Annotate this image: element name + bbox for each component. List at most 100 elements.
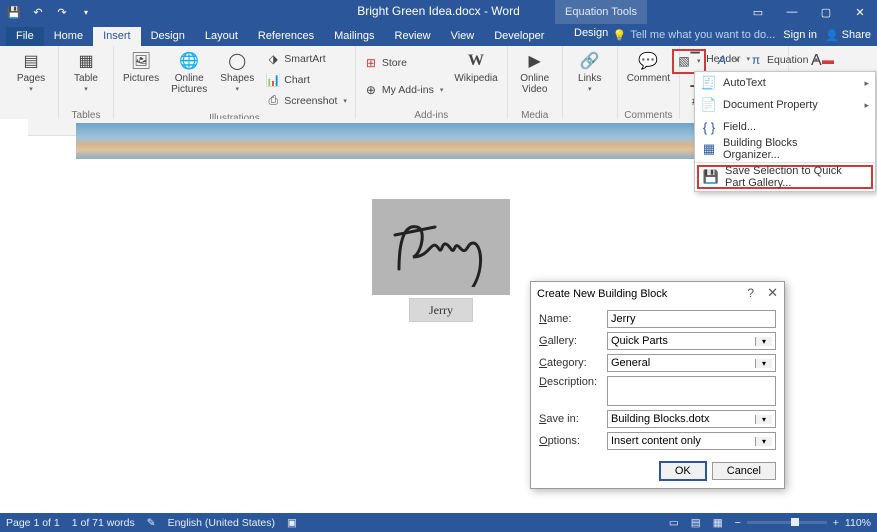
quick-parts-dropdown: 🧾 AutoText ▸ 📄 Document Property ▸ { } F… [694,71,876,192]
status-words[interactable]: 1 of 71 words [72,517,135,529]
name-field[interactable] [607,310,776,328]
table-button[interactable]: ▦ Table ▾ [64,48,108,108]
chevron-right-icon: ▸ [864,78,869,89]
status-page[interactable]: Page 1 of 1 [6,517,60,529]
view-web-icon[interactable]: ▦ [713,517,723,529]
tab-insert[interactable]: Insert [93,27,141,46]
menu-document-property[interactable]: 📄 Document Property ▸ [695,94,875,116]
group-illustrations: 🖼 Pictures 🌐 OnlinePictures ◯ Shapes ▾ ⬗… [114,46,356,119]
chart-icon: 📊 [266,73,280,87]
tab-design[interactable]: Design [141,27,195,46]
online-video-button[interactable]: ▶ OnlineVideo [513,48,557,108]
link-icon: 🔗 [580,51,600,71]
smartart-icon: ⬗ [266,52,280,66]
title-bar: 💾 ↶ ↷ ▾ Bright Green Idea.docx - Word Eq… [0,0,877,24]
ribbon-more-icon[interactable]: ▬ [818,49,838,70]
zoom-percent[interactable]: 110% [845,517,871,529]
dialog-close-icon[interactable]: ✕ [767,285,778,301]
zoom-in-icon[interactable]: + [833,517,839,529]
shapes-button[interactable]: ◯ Shapes ▾ [215,48,259,108]
chevron-down-icon: ▾ [755,437,772,446]
zoom-control[interactable]: − + 110% [735,517,871,529]
description-field[interactable] [607,376,776,406]
options-combo[interactable]: Insert content only▾ [607,432,776,450]
ribbon-options-icon[interactable]: ▭ [741,0,775,24]
group-links: 🔗 Links ▾ [563,46,618,119]
menu-bb-organizer[interactable]: ▦ Building Blocks Organizer... [695,138,875,160]
dialog-title-bar[interactable]: Create New Building Block ? ✕ [531,282,784,306]
smartart-button[interactable]: ⬗SmartArt [263,48,350,69]
menu-autotext[interactable]: 🧾 AutoText ▸ [695,72,875,94]
tab-home[interactable]: Home [44,27,93,46]
tab-references[interactable]: References [248,27,324,46]
online-pictures-button[interactable]: 🌐 OnlinePictures [167,48,211,108]
comment-button[interactable]: 💬 Comment [623,48,674,108]
pictures-icon: 🖼 [131,51,151,71]
tab-mailings[interactable]: Mailings [324,27,384,46]
label-name: Name: [539,313,607,325]
ok-button[interactable]: OK [660,462,706,480]
quickparts-icon: ▧ [677,54,691,68]
zoom-slider[interactable] [747,521,827,524]
cancel-button[interactable]: Cancel [712,462,776,480]
store-button[interactable]: ⊞Store [361,52,446,73]
ribbon-tab-strip: File Home Insert Design Layout Reference… [0,24,877,46]
share-button[interactable]: 👤 Share [825,29,871,42]
caption-text[interactable]: Jerry [409,298,473,322]
menu-field[interactable]: { } Field... [695,116,875,138]
status-bar: Page 1 of 1 1 of 71 words ✎ English (Uni… [0,513,877,532]
context-tool-title: Equation Tools [555,0,647,24]
group-addins: ⊞Store ⊕My Add-ins▾ W Wikipedia Add-ins [356,46,508,119]
wordart-button[interactable]: A▾ [712,49,742,70]
maximize-icon[interactable]: ▢ [809,0,843,24]
table-icon: ▦ [76,51,96,71]
tell-me-search[interactable]: 💡 Tell me what you want to do... [613,29,776,42]
tab-view[interactable]: View [441,27,485,46]
label-options: Options: [539,435,607,447]
view-print-icon[interactable]: ▤ [691,517,701,529]
label-category: Category: [539,357,607,369]
organizer-icon: ▦ [701,141,717,157]
chart-button[interactable]: 📊Chart [263,69,350,90]
wikipedia-button[interactable]: W Wikipedia [450,48,501,108]
wordart-icon: A [715,53,729,67]
online-video-label: OnlineVideo [520,73,549,95]
redo-icon[interactable]: ↷ [52,2,72,22]
qat-customize-icon[interactable]: ▾ [76,2,96,22]
macro-icon[interactable]: ▣ [287,517,297,529]
gallery-combo[interactable]: Quick Parts▾ [607,332,776,350]
create-building-block-dialog: Create New Building Block ? ✕ Name: Gall… [530,281,785,489]
tab-developer[interactable]: Developer [484,27,554,46]
pictures-button[interactable]: 🖼 Pictures [119,48,163,108]
tab-file[interactable]: File [6,27,44,46]
autotext-icon: 🧾 [701,75,717,91]
sign-in-link[interactable]: Sign in [783,29,817,41]
minimize-icon[interactable]: — [775,0,809,24]
save-icon[interactable]: 💾 [4,2,24,22]
group-pages: ▤ Pages ▾ [4,46,59,119]
pictures-label: Pictures [123,73,159,84]
dialog-help-icon[interactable]: ? [747,286,754,300]
signature-image[interactable] [372,199,510,295]
tab-review[interactable]: Review [385,27,441,46]
menu-save-selection[interactable]: 💾 Save Selection to Quick Part Gallery..… [697,165,873,189]
undo-icon[interactable]: ↶ [28,2,48,22]
close-icon[interactable]: ✕ [843,0,877,24]
links-button[interactable]: 🔗 Links ▾ [568,48,612,108]
category-combo[interactable]: General▾ [607,354,776,372]
screenshot-button[interactable]: ⎙Screenshot▾ [263,90,350,111]
page-icon: ▤ [21,51,41,71]
group-tables: ▦ Table ▾ Tables [59,46,114,119]
pages-button[interactable]: ▤ Pages ▾ [9,48,53,108]
adobe-icon: ▬ [821,53,835,67]
view-read-icon[interactable]: ▭ [669,517,679,529]
zoom-out-icon[interactable]: − [735,517,741,529]
savein-combo[interactable]: Building Blocks.dotx▾ [607,410,776,428]
screenshot-icon: ⎙ [266,94,280,108]
shapes-label: Shapes [220,73,254,84]
tab-layout[interactable]: Layout [195,27,248,46]
my-addins-button[interactable]: ⊕My Add-ins▾ [361,79,446,100]
equation-button[interactable]: πEquation▾ [746,49,821,70]
spellcheck-icon[interactable]: ✎ [147,517,156,529]
status-language[interactable]: English (United States) [168,517,275,529]
